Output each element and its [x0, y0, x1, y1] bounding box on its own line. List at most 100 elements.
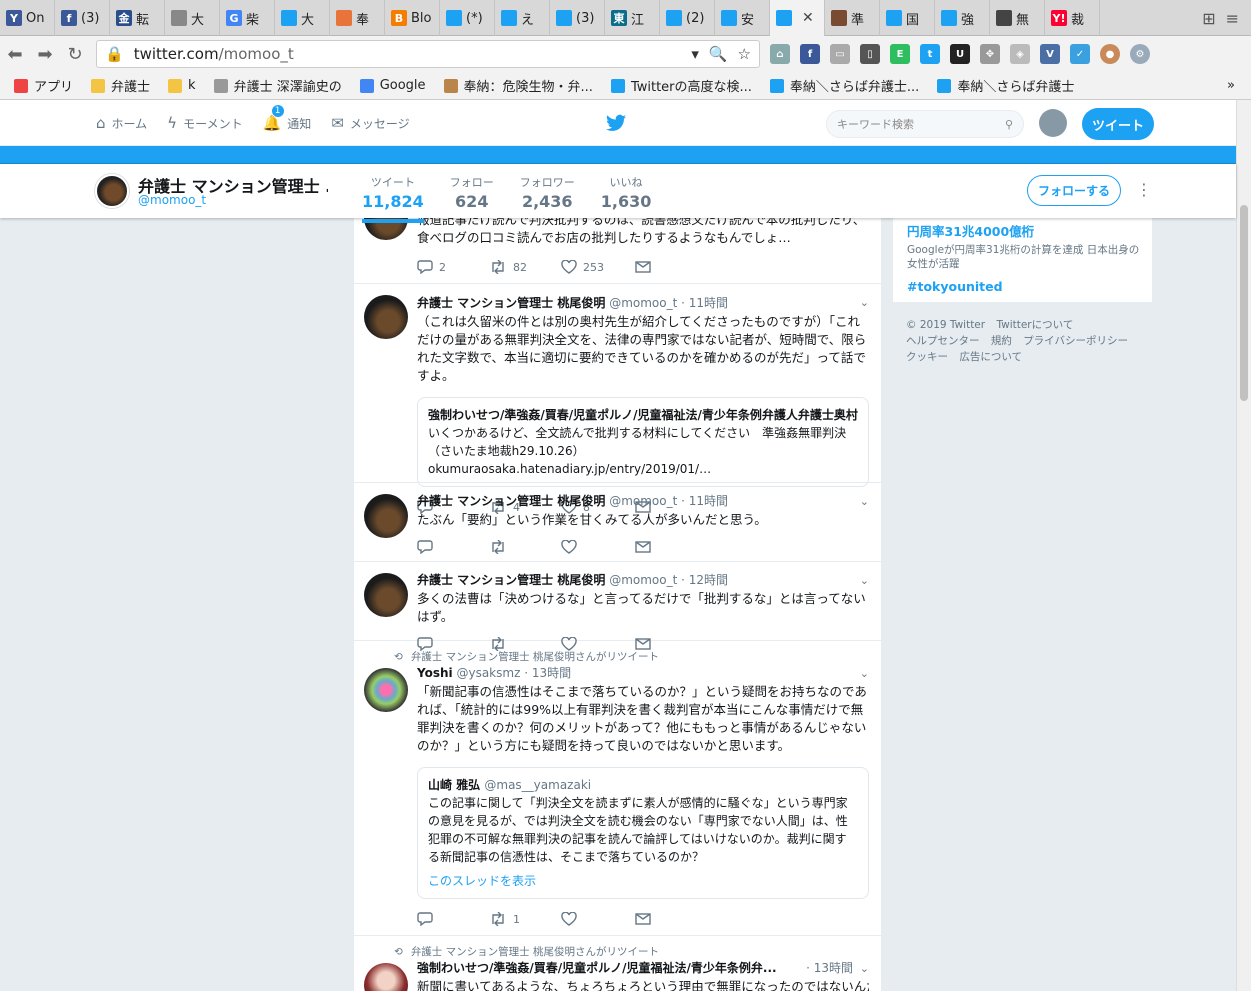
browser-tab[interactable]: G柴 [220, 0, 275, 36]
retweeted-by-label[interactable]: 弁護士 マンション管理士 桃尾俊明さんがリツイート [411, 944, 659, 959]
retweet-button[interactable] [489, 540, 561, 554]
footer-privacy-link[interactable]: プライバシーポリシー [1023, 335, 1128, 347]
tweet-author-name[interactable]: 弁護士 マンション管理士 桃尾俊明 [417, 296, 605, 310]
bookmark-item[interactable]: 奉納：危険生物・弁... [443, 76, 593, 95]
search-icon[interactable]: ⚲ [1005, 118, 1013, 131]
browser-tab[interactable]: 大 [165, 0, 220, 36]
compose-tweet-button[interactable]: ツイート [1082, 108, 1154, 140]
tweet-avatar[interactable] [364, 668, 408, 712]
tweet-avatar[interactable] [364, 963, 408, 991]
tweet-item[interactable]: ⟲ 弁護士 マンション管理士 桃尾俊明さんがリツイート ⌄ 強制わいせつ/準強姦… [354, 936, 881, 991]
bookmark-star-icon[interactable]: ☆ [738, 45, 751, 63]
message-button[interactable] [635, 541, 651, 553]
settings-icon[interactable]: ⚙ [1130, 44, 1150, 64]
browser-tab[interactable]: (*) [440, 0, 495, 36]
tweet-author-name[interactable]: 弁護士 マンション管理士 桃尾俊明 [417, 573, 605, 587]
browser-tab[interactable]: (3) [550, 0, 605, 36]
tweet-time[interactable]: · 11時間 [681, 494, 728, 508]
tweet-author-name[interactable]: Yoshi [417, 666, 453, 680]
like-button[interactable] [561, 540, 635, 554]
chevron-down-icon[interactable]: ⌄ [860, 962, 869, 975]
message-button[interactable] [635, 913, 651, 925]
reply-button[interactable] [417, 912, 489, 926]
bookmark-item[interactable]: 奉納＼さらば弁護士... [769, 76, 919, 95]
tweet-time[interactable]: · 11時間 [681, 296, 728, 310]
retweet-button[interactable]: 1 [489, 912, 561, 926]
tweet-author-name[interactable]: 強制わいせつ/準強姦/買春/児童ポルノ/児童福祉法/青少年条例弁... [417, 959, 777, 976]
link-card[interactable]: 強制わいせつ/準強姦/買春/児童ポルノ/児童福祉法/青少年条例弁護人弁護士奥村 … [417, 397, 869, 487]
chevron-down-icon[interactable]: ⌄ [860, 296, 869, 309]
close-tab-icon[interactable]: ✕ [802, 10, 814, 26]
tweet-author-handle[interactable]: @momoo_t [609, 573, 677, 587]
evernote-icon[interactable]: E [890, 44, 910, 64]
stat-followers[interactable]: フォロワー 2,436 [520, 174, 575, 223]
page-scrollbar[interactable] [1236, 100, 1251, 991]
tweet-item[interactable]: ⌄ 弁護士 マンション管理士 桃尾俊明 @momoo_t · 12時間 多くの法… [354, 562, 881, 651]
bookmarks-overflow-icon[interactable]: » [1227, 78, 1235, 93]
chevron-down-icon[interactable]: ⌄ [860, 495, 869, 508]
message-button[interactable] [635, 261, 651, 273]
check-icon[interactable]: ✓ [1070, 44, 1090, 64]
bookmark-item[interactable]: 奉納＼さらば弁護士 [937, 76, 1074, 95]
browser-tab[interactable]: 金転 [110, 0, 165, 36]
tweet-time[interactable]: · 12時間 [681, 573, 728, 587]
twitter-ext-icon[interactable]: t [920, 44, 940, 64]
bookmark-item[interactable]: Google [359, 78, 426, 93]
browser-tab[interactable]: Y On [0, 0, 55, 36]
more-options-icon[interactable]: ⋮ [1136, 180, 1152, 199]
search-input[interactable]: キーワード検索 ⚲ [826, 110, 1024, 138]
profile-handle[interactable]: @momoo_t [138, 193, 206, 207]
like-button[interactable]: 253 [561, 260, 635, 274]
browser-tab[interactable]: 準 [825, 0, 880, 36]
browser-tab[interactable]: 奉 [330, 0, 385, 36]
profile-avatar[interactable] [95, 174, 129, 208]
nav-moments[interactable]: ϟ モーメント [167, 114, 242, 132]
browser-tab[interactable]: 安 [715, 0, 770, 36]
url-bar[interactable]: 🔒 twitter.com /momoo_t ▾ 🔍 ☆ [96, 40, 760, 68]
footer-help-link[interactable]: ヘルプセンター [906, 335, 980, 347]
vivaldi-icon[interactable]: V [1040, 44, 1060, 64]
tweet-author-handle[interactable]: @momoo_t [609, 494, 677, 508]
twitter-bird-icon[interactable] [606, 114, 626, 135]
back-button[interactable]: ⬅ [0, 44, 30, 65]
bookmark-item[interactable]: Twitterの高度な検... [610, 76, 752, 95]
profile-icon[interactable]: ● [1100, 44, 1120, 64]
bookmarks-icon[interactable]: ▯ [860, 44, 880, 64]
zoom-icon[interactable]: 🔍 [709, 45, 728, 63]
footer-about-link[interactable]: Twitterについて [996, 319, 1073, 331]
inbox-icon[interactable]: ▭ [830, 44, 850, 64]
stat-tweets[interactable]: ツイート 11,824 [362, 174, 424, 223]
trend-item[interactable]: #tokyounited [907, 279, 1142, 294]
reply-button[interactable] [417, 540, 489, 554]
trend-item[interactable]: 円周率31兆4000億桁 [907, 221, 1142, 240]
tweet-time[interactable]: · 13時間 [806, 959, 853, 976]
tweet-author-name[interactable]: 弁護士 マンション管理士 桃尾俊明 [417, 494, 605, 508]
retweeted-by-label[interactable]: 弁護士 マンション管理士 桃尾俊明さんがリツイート [411, 649, 659, 664]
footer-cookies-link[interactable]: クッキー [906, 351, 948, 363]
extension-icon[interactable]: ◈ [1010, 44, 1030, 64]
tweet-item[interactable]: 報道記事だけ読んで判決批判するのは、読書感想文だけ読んで本の批判したり、食べログ… [354, 218, 881, 284]
stat-likes[interactable]: いいね 1,630 [601, 174, 652, 223]
forward-button[interactable]: ➡ [30, 44, 60, 65]
browser-tab[interactable]: 無 [990, 0, 1045, 36]
reload-button[interactable]: ↻ [60, 44, 90, 65]
footer-terms-link[interactable]: 規約 [991, 335, 1012, 347]
tweet-author-handle[interactable]: @momoo_t [609, 296, 677, 310]
tweet-time[interactable]: · 13時間 [524, 666, 571, 680]
account-avatar[interactable] [1039, 109, 1067, 137]
nav-home[interactable]: ⌂ ホーム [96, 114, 147, 132]
browser-tab[interactable]: 大 [275, 0, 330, 36]
browser-tab[interactable]: f (3) [55, 0, 110, 36]
bookmark-item[interactable]: 弁護士 [91, 76, 150, 95]
reply-button[interactable]: 2 [417, 260, 489, 274]
tweet-avatar[interactable] [364, 295, 408, 339]
tweet-item[interactable]: ⟲ 弁護士 マンション管理士 桃尾俊明さんがリツイート ⌄ Yoshi @ysa… [354, 641, 881, 936]
bookmark-item[interactable]: アプリ [14, 76, 73, 95]
bookmark-item[interactable]: k [168, 78, 196, 93]
browser-tab[interactable]: (2) [660, 0, 715, 36]
footer-ads-link[interactable]: 広告について [959, 351, 1022, 363]
browser-tab[interactable]: 強 [935, 0, 990, 36]
facebook-icon[interactable]: f [800, 44, 820, 64]
tweet-author-handle[interactable]: @ysaksmz [456, 666, 520, 680]
chevron-down-icon[interactable]: ⌄ [860, 574, 869, 587]
